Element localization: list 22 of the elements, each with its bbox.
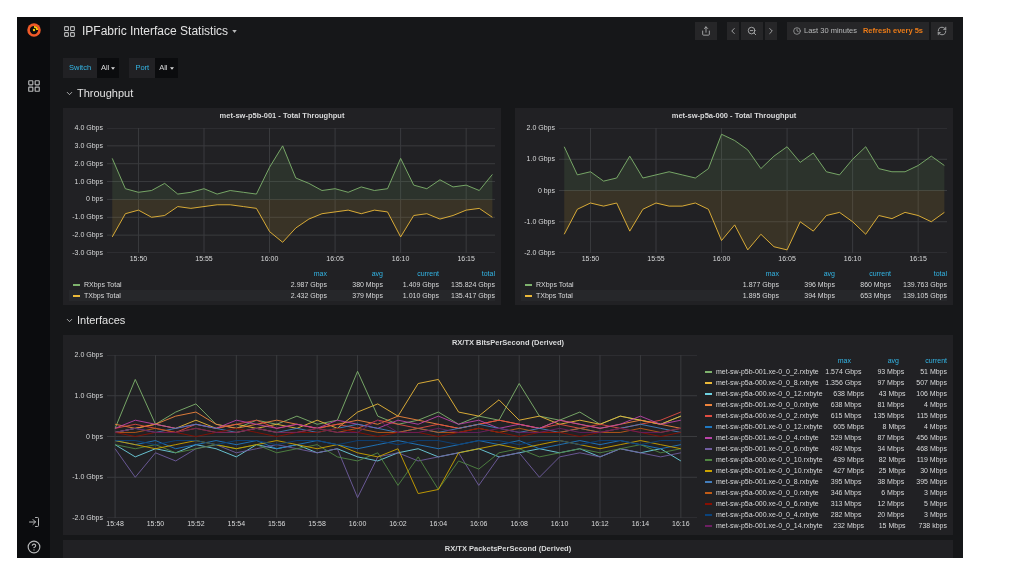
- share-button[interactable]: [695, 22, 717, 40]
- logo-icon[interactable]: [24, 21, 43, 39]
- dashboards-icon[interactable]: [26, 79, 41, 93]
- refresh-button[interactable]: [931, 22, 953, 40]
- row-title[interactable]: Interfaces: [77, 311, 126, 329]
- caret-icon[interactable]: [232, 29, 238, 33]
- chevron-right-icon: [766, 26, 776, 36]
- dashboard-icon: [63, 24, 76, 38]
- caret-icon: [169, 66, 174, 70]
- time-back-button[interactable]: [727, 22, 739, 40]
- dashboard-title[interactable]: IPFabric Interface Statistics: [82, 22, 229, 40]
- row-title[interactable]: Throughput: [77, 84, 134, 102]
- help-icon[interactable]: [26, 540, 41, 554]
- share-icon: [701, 26, 711, 36]
- refresh-icon: [937, 26, 947, 36]
- clock-icon: [793, 27, 801, 35]
- zoom-out-button[interactable]: [741, 22, 763, 40]
- sign-in-icon[interactable]: [27, 516, 40, 528]
- caret-icon: [111, 66, 116, 70]
- chevron-left-icon: [728, 26, 738, 36]
- time-forward-button[interactable]: [765, 22, 777, 40]
- zoom-out-icon: [747, 26, 757, 36]
